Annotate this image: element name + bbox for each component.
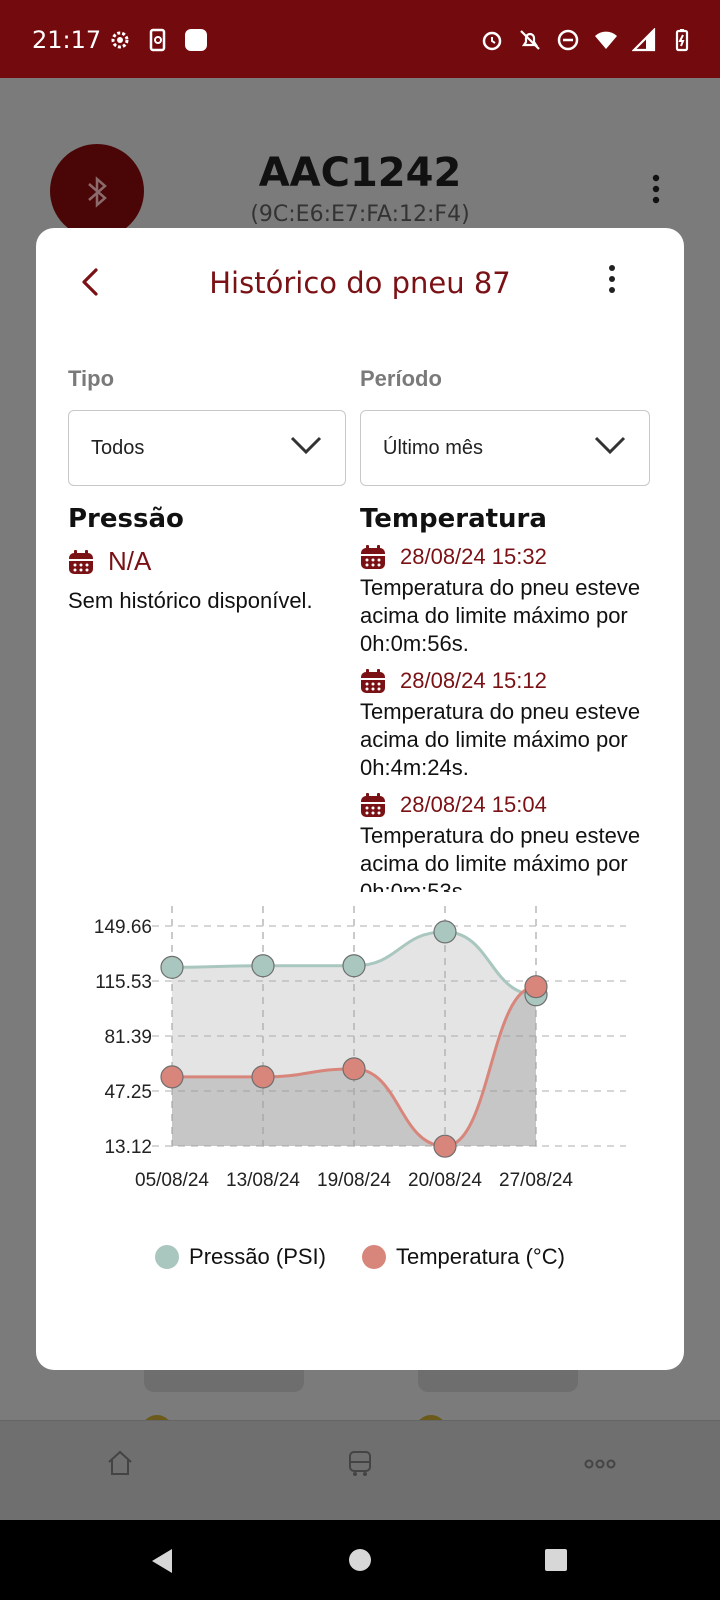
y-tick-label: 47.25	[104, 1082, 152, 1103]
data-point	[433, 920, 457, 944]
tipo-select-value: Todos	[91, 437, 145, 459]
app-notification-icon	[185, 29, 207, 51]
chart-legend: Pressão (PSI) Temperatura (°C)	[36, 1244, 684, 1270]
y-tick-label: 115.53	[95, 972, 152, 993]
tipo-select[interactable]: Todos	[68, 410, 346, 486]
data-point	[160, 1065, 184, 1089]
y-tick-label: 149.66	[94, 917, 152, 938]
x-tick-label: 27/08/24	[499, 1170, 573, 1188]
battery-icon	[675, 29, 689, 52]
event-date: 28/08/24 15:12	[400, 668, 547, 693]
bottom-nav	[0, 1420, 720, 1520]
pressao-value: N/A	[108, 546, 152, 576]
legend-label: Pressão (PSI)	[189, 1244, 326, 1269]
legend-item-pressao[interactable]: Pressão (PSI)	[155, 1244, 326, 1270]
calendar-icon	[361, 793, 385, 817]
data-point	[160, 955, 184, 979]
event-description: Temperatura do pneu esteve acima do limi…	[360, 823, 641, 892]
pressao-message: Sem histórico disponível.	[68, 588, 313, 613]
status-bar: 21:17	[0, 0, 720, 78]
pressao-title: Pressão	[68, 504, 184, 534]
y-tick-label: 81.39	[104, 1027, 152, 1048]
signal-icon	[632, 28, 656, 52]
data-point	[433, 1134, 457, 1158]
chevron-down-icon	[594, 436, 626, 455]
legend-swatch	[361, 1245, 386, 1269]
legend-label: Temperatura (°C)	[395, 1244, 565, 1269]
calendar-icon	[361, 669, 385, 693]
y-tick-label: 13.12	[104, 1137, 152, 1158]
notifications-off-icon	[520, 30, 540, 50]
x-tick-label: 13/08/24	[226, 1170, 300, 1188]
event-date: 28/08/24 15:32	[400, 544, 547, 569]
bus-icon[interactable]	[346, 1449, 374, 1477]
modal-title: Histórico do pneu 87	[209, 266, 511, 300]
x-tick-label: 05/08/24	[135, 1170, 209, 1188]
history-chart: 149.66 115.53 81.39 47.25 13.12 05/08/24 13/08…	[94, 906, 626, 1188]
x-tick-label: 19/08/24	[317, 1170, 391, 1188]
data-point	[524, 975, 548, 999]
status-time: 21:17	[32, 26, 102, 54]
legend-item-temperatura[interactable]: Temperatura (°C)	[361, 1244, 565, 1270]
settings-icon	[111, 31, 129, 49]
pressao-date-row: N/A	[68, 546, 151, 577]
periodo-select-value: Último mês	[383, 437, 484, 459]
list-item: 28/08/24 15:04 Temperatura do pneu estev…	[360, 788, 660, 892]
recents-nav-icon[interactable]	[544, 1548, 568, 1572]
phone-sync-icon	[149, 28, 166, 52]
more-vert-icon[interactable]	[606, 264, 618, 294]
data-point	[251, 1065, 275, 1089]
system-navigation-bar	[0, 1520, 720, 1600]
wifi-icon	[595, 31, 617, 49]
data-point	[342, 954, 366, 978]
temperatura-title: Temperatura	[360, 504, 547, 534]
legend-swatch	[155, 1245, 180, 1269]
calendar-icon	[69, 549, 93, 574]
list-item: 28/08/24 15:12 Temperatura do pneu estev…	[360, 664, 660, 782]
data-point	[251, 954, 275, 978]
event-date: 28/08/24 15:04	[400, 792, 547, 817]
chevron-down-icon	[290, 436, 322, 455]
tipo-label: Tipo	[68, 366, 115, 391]
x-tick-label: 20/08/24	[408, 1170, 482, 1188]
list-item: 28/08/24 15:32 Temperatura do pneu estev…	[360, 540, 660, 658]
event-description: Temperatura do pneu esteve acima do limi…	[360, 575, 641, 656]
alarm-icon	[482, 31, 502, 51]
temperatura-list[interactable]: 28/08/24 15:32 Temperatura do pneu estev…	[360, 540, 660, 892]
data-point	[342, 1057, 366, 1081]
back-nav-icon[interactable]	[150, 1548, 174, 1574]
more-vert-icon[interactable]	[650, 174, 662, 204]
calendar-icon	[361, 545, 385, 569]
event-description: Temperatura do pneu esteve acima do limi…	[360, 699, 641, 780]
do-not-disturb-icon	[557, 29, 579, 51]
tire-history-modal: Histórico do pneu 87 Tipo Período Todos …	[36, 228, 684, 1370]
periodo-label: Período	[360, 366, 442, 391]
home-icon[interactable]	[106, 1449, 134, 1477]
home-nav-icon[interactable]	[348, 1548, 372, 1572]
device-mac: (9C:E6:E7:FA:12:F4)	[250, 202, 470, 227]
device-name: AAC1242	[258, 150, 462, 196]
periodo-select[interactable]: Último mês	[360, 410, 650, 486]
more-horiz-icon[interactable]	[584, 1459, 616, 1469]
